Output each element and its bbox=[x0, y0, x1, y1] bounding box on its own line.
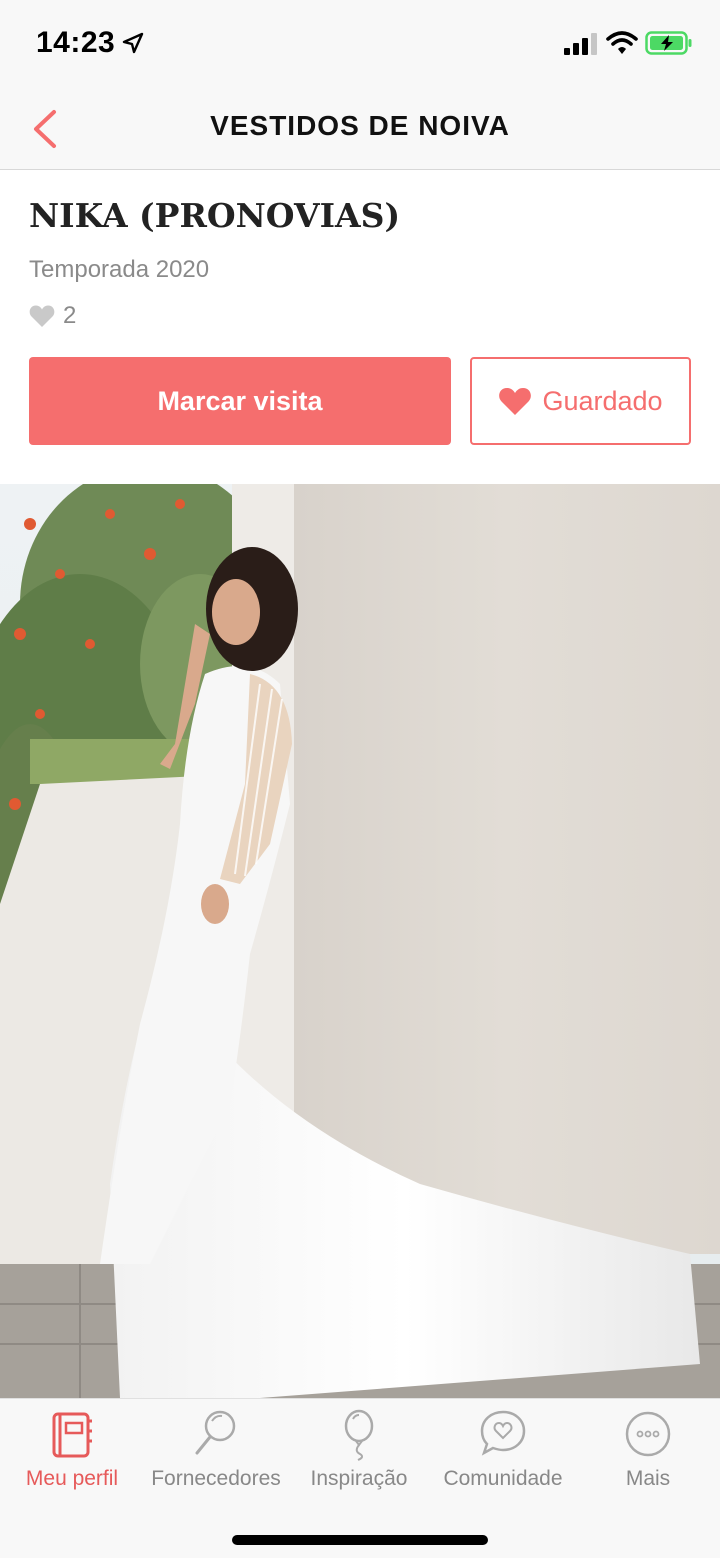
dress-photo-gallery[interactable] bbox=[0, 484, 720, 1398]
tab-inspiracao[interactable]: Inspiração bbox=[302, 1407, 416, 1497]
status-time: 14:23 bbox=[36, 26, 116, 59]
saved-label: Guardado bbox=[542, 385, 663, 416]
bottom-tab-bar: Meu perfil Fornecedores Inspiração Comun… bbox=[0, 1398, 720, 1558]
tab-label: Fornecedores bbox=[151, 1467, 281, 1490]
signal-icon bbox=[564, 33, 597, 55]
dress-photo bbox=[0, 484, 720, 1398]
likes-counter: 2 bbox=[29, 302, 76, 330]
tab-fornecedores[interactable]: Fornecedores bbox=[146, 1407, 286, 1497]
heart-icon bbox=[29, 305, 55, 327]
page-title: VESTIDOS DE NOIVA bbox=[210, 110, 510, 141]
tab-label: Meu perfil bbox=[25, 1467, 119, 1490]
balloon-icon bbox=[344, 1409, 374, 1461]
tab-label: Inspiração bbox=[310, 1467, 408, 1490]
more-dots-icon bbox=[625, 1411, 671, 1457]
heart-filled-icon bbox=[499, 388, 532, 415]
product-season: Temporada 2020 bbox=[29, 256, 210, 283]
profile-notebook-icon bbox=[52, 1412, 92, 1458]
home-indicator bbox=[232, 1535, 488, 1545]
status-bar: 14:23 bbox=[0, 0, 720, 90]
schedule-visit-label: Marcar visita bbox=[157, 385, 323, 416]
saved-button[interactable]: Guardado bbox=[470, 357, 691, 445]
chat-heart-icon bbox=[480, 1410, 526, 1456]
magnifier-icon bbox=[195, 1410, 236, 1455]
location-arrow-icon bbox=[122, 32, 144, 54]
tab-meu-perfil[interactable]: Meu perfil bbox=[16, 1407, 128, 1497]
schedule-visit-button[interactable]: Marcar visita bbox=[29, 357, 451, 445]
tab-label: Mais bbox=[625, 1467, 671, 1490]
tab-mais[interactable]: Mais bbox=[598, 1407, 698, 1497]
likes-count: 2 bbox=[63, 302, 77, 329]
product-name: NIKA (PRONOVIAS) bbox=[29, 196, 401, 235]
navigation-bar: VESTIDOS DE NOIVA bbox=[0, 90, 720, 170]
wifi-icon bbox=[606, 31, 638, 54]
battery-charging-icon bbox=[645, 31, 692, 55]
tab-label: Comunidade bbox=[443, 1467, 563, 1490]
tab-comunidade[interactable]: Comunidade bbox=[436, 1407, 570, 1497]
